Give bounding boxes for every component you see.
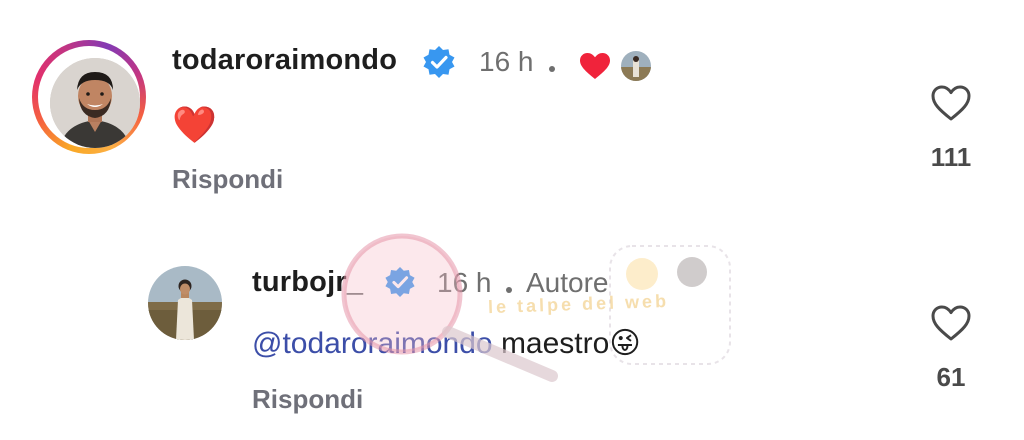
watermark-logo: le talpe del web [330,228,750,388]
comment-timestamp: 16 h [437,267,492,298]
comment-timestamp: 16 h [479,46,534,77]
separator-dot [506,287,512,293]
avatar-story-ring[interactable] [32,40,146,154]
reply-button[interactable]: Rispondi [252,384,363,415]
mention-link[interactable]: @todaroraimondo [252,327,493,360]
heart-outline-icon[interactable] [930,304,972,347]
reply-button[interactable]: Rispondi [172,164,283,195]
avatar[interactable] [148,266,222,340]
story-ring-gap [38,46,140,148]
avatar [50,58,140,148]
separator-dot [549,66,555,72]
winking-tongue-emoji: 😜 [609,327,641,360]
avatar-photo [50,58,140,148]
verified-badge-icon [422,45,456,84]
comment-text: ❤️ [172,104,217,145]
avatar-photo [148,266,222,340]
author-avatar-mini [621,51,651,81]
author-badge: Autore [526,267,609,298]
magnifier-logo-icon [341,233,731,382]
verified-badge-icon [384,266,416,303]
comment-username[interactable]: todaroraimondo [172,44,397,77]
comment-body: maestro [500,327,610,360]
like-count: 61 [936,362,966,392]
like-count: 111 [930,142,972,172]
comment-username[interactable]: turbojr_ [252,266,363,299]
comment-text: @todaroraimondo maestro😜 [252,326,641,361]
heart-outline-icon[interactable] [930,84,972,127]
heart-filled-icon [579,52,611,85]
